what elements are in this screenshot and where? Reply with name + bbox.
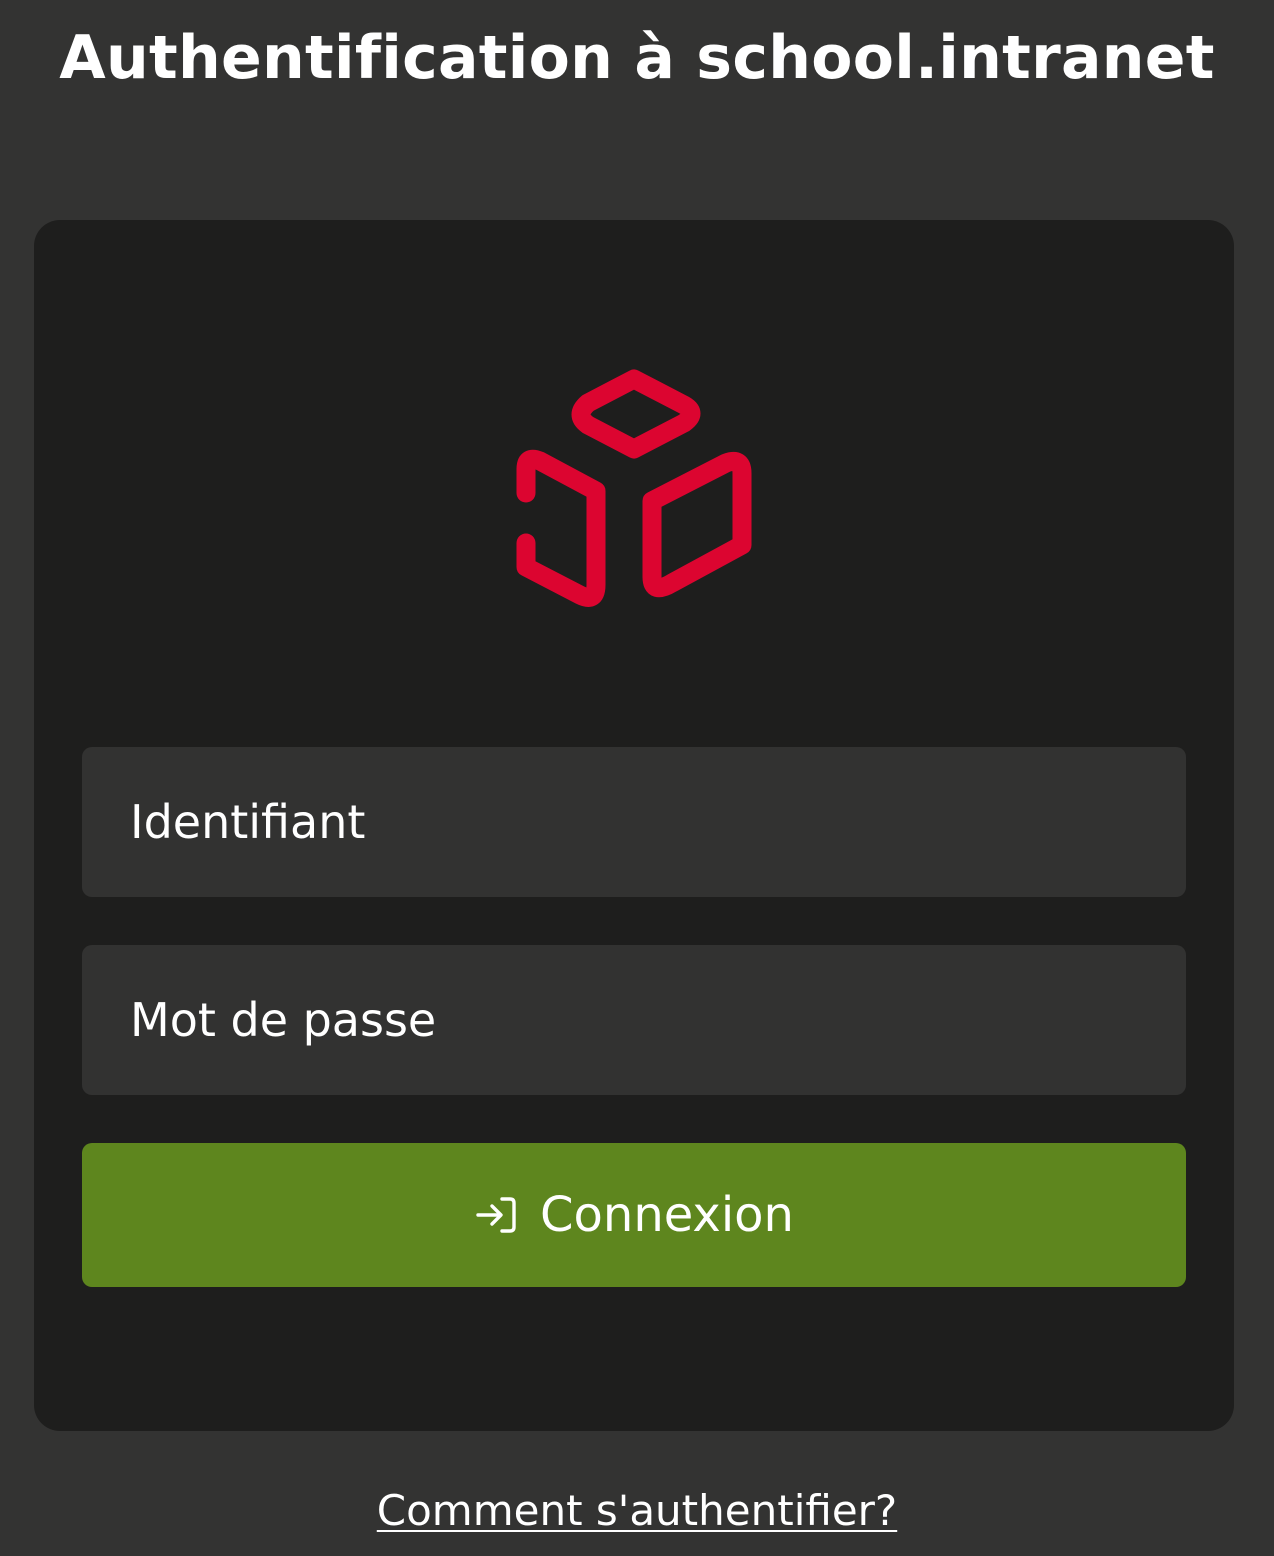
password-field[interactable] xyxy=(82,945,1186,1095)
login-arrow-icon xyxy=(476,1197,516,1233)
username-field[interactable] xyxy=(82,747,1186,897)
login-page: Authentification à school.intranet Ident… xyxy=(0,0,1274,1556)
login-button-label: Connexion xyxy=(540,1187,794,1243)
login-card: Connexion xyxy=(34,220,1234,1431)
page-title: Authentification à school.intranet xyxy=(59,23,1215,93)
help-link-container: Comment s'authentifier? xyxy=(0,1484,1274,1538)
cube-logo-icon xyxy=(516,369,752,607)
login-button[interactable]: Connexion xyxy=(82,1143,1186,1287)
help-link[interactable]: Comment s'authentifier? xyxy=(377,1486,897,1535)
